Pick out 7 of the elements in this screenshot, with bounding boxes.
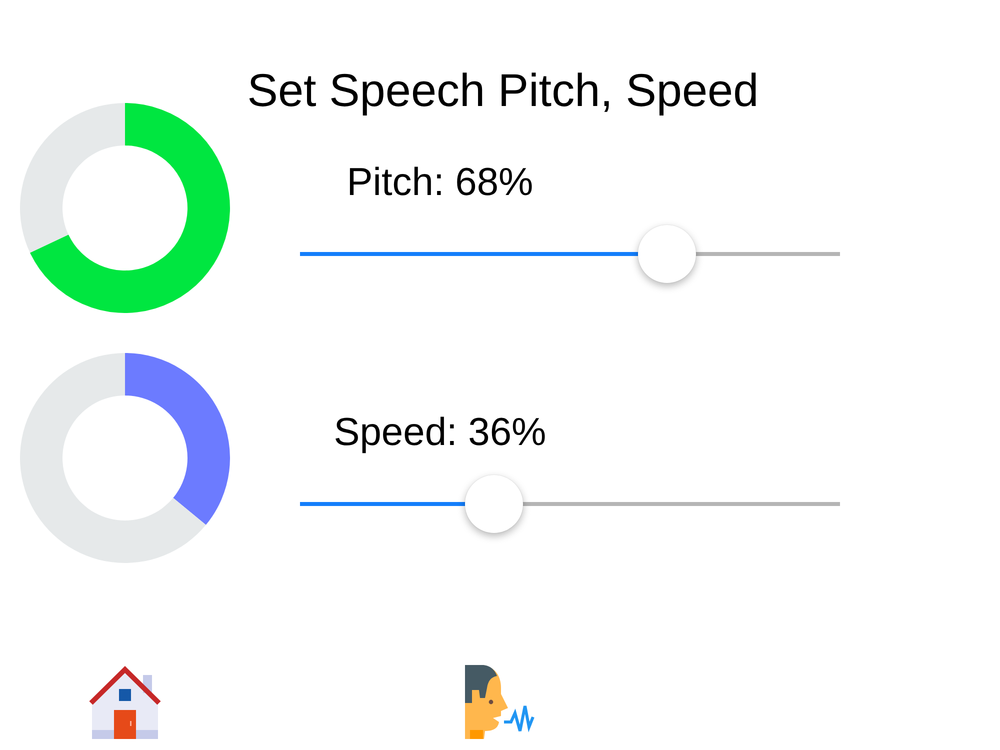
page-title: Set Speech Pitch, Speed (246, 64, 759, 116)
slider-label: Speed: 36% (334, 411, 546, 454)
slider-label: Pitch: 68% (346, 161, 534, 204)
slider-thumb[interactable] (638, 225, 696, 283)
slider-thumb[interactable] (465, 475, 524, 533)
house-icon[interactable] (89, 666, 161, 740)
speaking-head-icon[interactable] (462, 662, 536, 740)
